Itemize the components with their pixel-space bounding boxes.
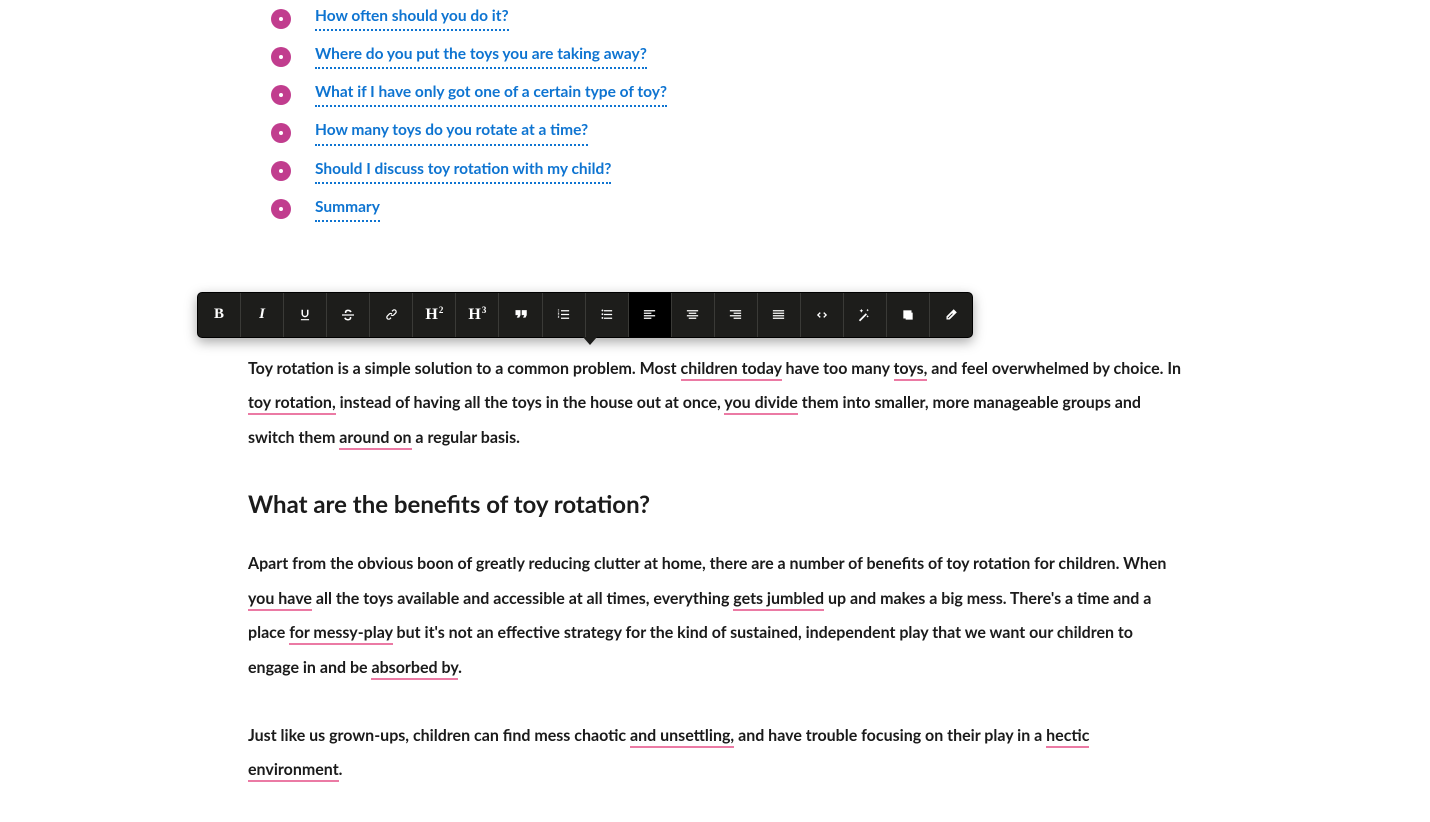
italic-button[interactable]: I	[241, 293, 284, 337]
strikethrough-icon	[340, 307, 356, 323]
unordered-list-button[interactable]	[586, 293, 629, 337]
toc-item: Should I discuss toy rotation with my ch…	[271, 159, 1182, 184]
spellcheck-span[interactable]: you have	[248, 589, 312, 611]
paragraph[interactable]: Toy rotation is a simple solution to a c…	[248, 352, 1182, 455]
toc-item: How many toys do you rotate at a time?	[271, 120, 1182, 145]
spellcheck-span[interactable]: children today	[681, 359, 782, 381]
magic-button[interactable]	[844, 293, 887, 337]
bullet-icon	[271, 199, 291, 219]
blockquote-button[interactable]	[499, 293, 542, 337]
toc-link[interactable]: Summary	[315, 197, 380, 222]
align-justify-icon	[771, 307, 786, 322]
spellcheck-span[interactable]: around on	[339, 428, 411, 450]
toc-link[interactable]: What if I have only got one of a certain…	[315, 82, 667, 107]
card-button[interactable]	[887, 293, 930, 337]
heading2-button[interactable]: H2	[413, 293, 456, 337]
spellcheck-span[interactable]: toy rotation,	[248, 393, 336, 415]
toc-link[interactable]: Should I discuss toy rotation with my ch…	[315, 159, 611, 184]
table-of-contents: How often should you do it? Where do you…	[271, 0, 1182, 222]
spellcheck-span[interactable]: and unsettling,	[630, 726, 734, 748]
toc-item: Where do you put the toys you are taking…	[271, 44, 1182, 69]
align-right-icon	[728, 307, 743, 322]
toc-item: Summary	[271, 197, 1182, 222]
wand-icon	[857, 307, 872, 322]
eraser-icon	[944, 307, 959, 322]
ordered-list-button[interactable]	[543, 293, 586, 337]
toc-link[interactable]: Where do you put the toys you are taking…	[315, 44, 647, 69]
strikethrough-button[interactable]	[327, 293, 370, 337]
toolbar-caret-icon	[583, 337, 597, 345]
paragraph[interactable]: Just like us grown-ups, children can fin…	[248, 719, 1182, 788]
paragraph[interactable]: Apart from the obvious boon of greatly r…	[248, 547, 1182, 685]
code-button[interactable]	[801, 293, 844, 337]
code-icon	[814, 307, 830, 323]
align-left-icon	[642, 307, 657, 322]
bullet-icon	[271, 9, 291, 29]
quote-icon	[513, 307, 528, 322]
card-icon	[901, 308, 915, 322]
spellcheck-span[interactable]: gets jumbled	[733, 589, 824, 611]
article-body[interactable]: Toy rotation is a simple solution to a c…	[248, 352, 1182, 788]
toc-link[interactable]: How many toys do you rotate at a time?	[315, 120, 588, 145]
underline-button[interactable]	[284, 293, 327, 337]
align-center-button[interactable]	[672, 293, 715, 337]
bullet-icon	[271, 85, 291, 105]
bullet-icon	[271, 47, 291, 67]
align-justify-button[interactable]	[758, 293, 801, 337]
editor-toolbar: B I H2 H3	[197, 292, 973, 338]
ordered-list-icon	[556, 307, 571, 322]
heading3-button[interactable]: H3	[456, 293, 499, 337]
spellcheck-span[interactable]: for messy-play	[289, 623, 392, 645]
section-heading[interactable]: What are the benefits of toy rotation?	[248, 489, 1182, 521]
align-right-button[interactable]	[715, 293, 758, 337]
align-center-icon	[685, 307, 700, 322]
spellcheck-span[interactable]: toys,	[894, 359, 928, 381]
spellcheck-span[interactable]: you divide	[724, 393, 798, 415]
spellcheck-span[interactable]: absorbed by	[371, 658, 458, 680]
unordered-list-icon	[599, 307, 614, 322]
link-button[interactable]	[370, 293, 413, 337]
toc-item: What if I have only got one of a certain…	[271, 82, 1182, 107]
bold-button[interactable]: B	[198, 293, 241, 337]
underline-icon	[298, 308, 312, 322]
bullet-icon	[271, 123, 291, 143]
link-icon	[384, 307, 399, 322]
clear-format-button[interactable]	[930, 293, 972, 337]
toc-item: How often should you do it?	[271, 6, 1182, 31]
toc-link[interactable]: How often should you do it?	[315, 6, 509, 31]
align-left-button[interactable]	[629, 293, 672, 337]
bullet-icon	[271, 161, 291, 181]
